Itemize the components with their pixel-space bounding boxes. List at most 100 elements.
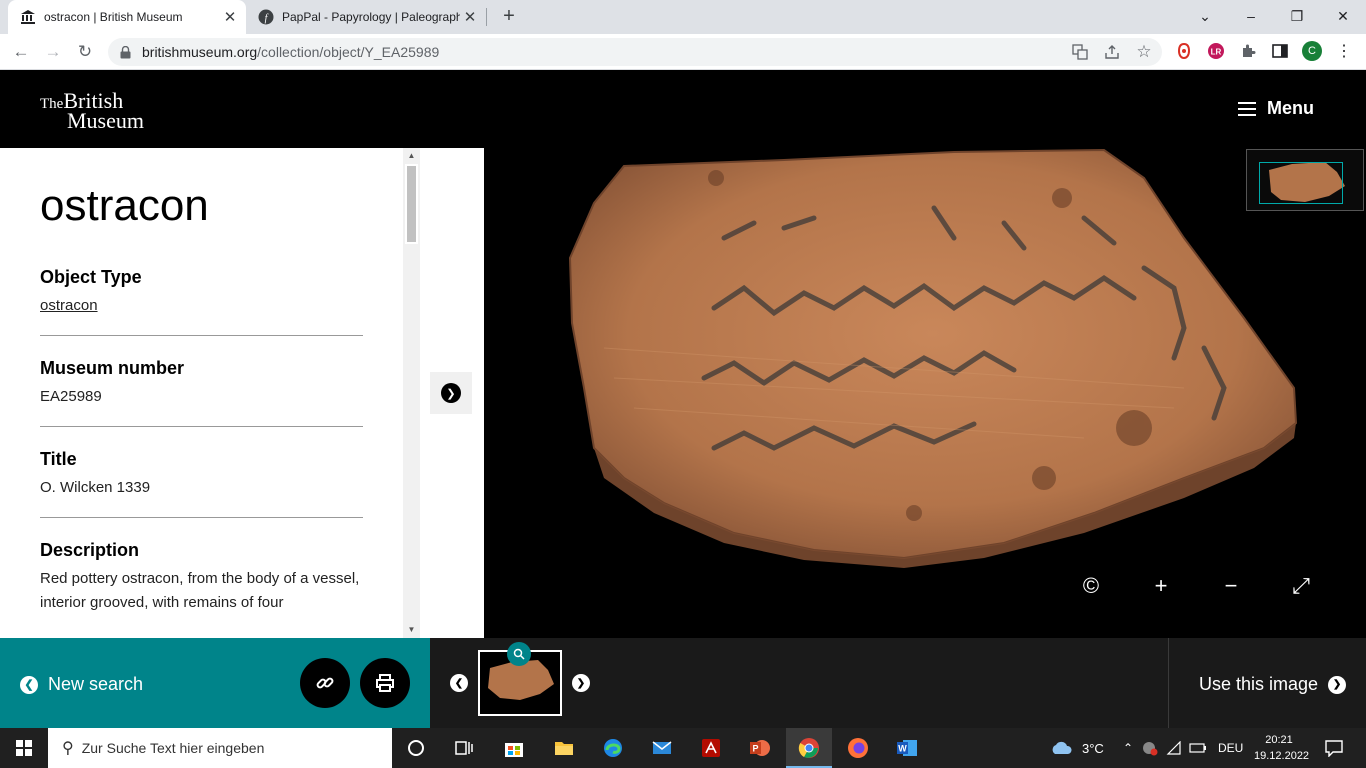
- zoom-in-button[interactable]: +: [1146, 571, 1176, 601]
- zoom-out-button[interactable]: −: [1216, 571, 1246, 601]
- word-icon[interactable]: W: [895, 736, 919, 760]
- scrollbar-thumb[interactable]: [405, 164, 418, 244]
- reload-button[interactable]: ↻: [72, 39, 98, 65]
- field-label: Description: [40, 540, 140, 560]
- field-object-type: Object Type ostracon: [40, 267, 363, 336]
- extension-magenta-icon[interactable]: LR: [1206, 41, 1226, 61]
- printer-icon: [376, 674, 394, 692]
- pappal-icon: f: [258, 9, 274, 25]
- british-museum-logo[interactable]: TheBritish Museum: [40, 90, 144, 132]
- copy-link-button[interactable]: [300, 658, 350, 708]
- weather-temperature[interactable]: 3°C: [1082, 741, 1104, 756]
- start-button[interactable]: [0, 728, 48, 768]
- profile-avatar[interactable]: C: [1302, 41, 1322, 61]
- input-language[interactable]: DEU: [1218, 741, 1243, 755]
- tray-expand-icon[interactable]: ⌃: [1116, 736, 1140, 760]
- tab-close-icon[interactable]: ✕: [460, 8, 480, 26]
- close-window-button[interactable]: ✕: [1320, 0, 1366, 32]
- battery-icon[interactable]: [1188, 736, 1208, 760]
- collapse-panel-button[interactable]: ❯: [430, 372, 472, 414]
- field-description: Description Red pottery ostracon, from t…: [40, 540, 363, 632]
- print-button[interactable]: [360, 658, 410, 708]
- lock-icon[interactable]: [120, 45, 132, 59]
- panel-scrollbar[interactable]: ▲ ▼: [403, 148, 420, 638]
- file-explorer-icon[interactable]: [552, 736, 576, 760]
- menu-button[interactable]: Menu: [1238, 98, 1314, 119]
- notifications-icon[interactable]: [1322, 736, 1346, 760]
- tab-british-museum[interactable]: ostracon | British Museum ✕: [8, 0, 246, 34]
- site-header: TheBritish Museum Menu: [0, 70, 1366, 148]
- svg-text:P: P: [752, 744, 758, 754]
- svg-text:W: W: [898, 744, 907, 754]
- minimize-button[interactable]: –: [1228, 0, 1274, 32]
- search-placeholder: Zur Suche Text hier eingeben: [81, 740, 265, 756]
- minimap-viewport-frame[interactable]: [1259, 162, 1343, 204]
- tab-pappal[interactable]: f PapPal - Papyrology | Paleograph ✕: [246, 0, 486, 34]
- tab-title: ostracon | British Museum: [44, 10, 183, 24]
- share-icon[interactable]: [1102, 42, 1122, 62]
- extensions-puzzle-icon[interactable]: [1238, 41, 1258, 61]
- logo-museum: Museum: [67, 108, 144, 133]
- scroll-down-arrow-icon[interactable]: ▼: [403, 622, 420, 638]
- windows-logo-icon: [16, 740, 32, 756]
- tab-close-icon[interactable]: ✕: [220, 8, 240, 26]
- acrobat-icon[interactable]: [699, 736, 723, 760]
- use-image-section: Use this image ❯: [1168, 638, 1366, 728]
- link-icon: [316, 677, 334, 689]
- profile-initial: C: [1302, 41, 1322, 61]
- object-type-link[interactable]: ostracon: [40, 294, 363, 318]
- tab-divider: [486, 8, 487, 26]
- browser-tabstrip: ostracon | British Museum ✕ f PapPal - P…: [0, 0, 1366, 34]
- carousel-prev-button[interactable]: ❮: [450, 674, 468, 692]
- taskbar-search[interactable]: ⚲ Zur Suche Text hier eingeben: [48, 728, 392, 768]
- new-search-link[interactable]: ❮ New search: [20, 674, 143, 695]
- forward-button[interactable]: →: [40, 39, 66, 65]
- new-tab-button[interactable]: +: [497, 4, 521, 28]
- system-clock[interactable]: 20:21 19.12.2022: [1254, 732, 1310, 764]
- microsoft-store-icon[interactable]: [502, 736, 526, 760]
- browser-menu-icon[interactable]: ⋮: [1334, 41, 1354, 61]
- thumbnail-zoom-icon[interactable]: [507, 642, 531, 666]
- tab-search-button[interactable]: ⌄: [1182, 0, 1228, 32]
- field-label: Museum number: [40, 358, 185, 378]
- clock-time: 20:21: [1265, 734, 1293, 746]
- new-search-label: New search: [48, 674, 144, 694]
- back-button[interactable]: ←: [8, 39, 34, 65]
- wifi-icon[interactable]: [1164, 736, 1184, 760]
- image-carousel: ❮ ❯: [430, 638, 1168, 728]
- copyright-icon[interactable]: ©: [1076, 571, 1106, 601]
- scroll-up-arrow-icon[interactable]: ▲: [403, 148, 420, 164]
- cortana-icon[interactable]: [404, 736, 428, 760]
- ostracon-image[interactable]: [484, 148, 1366, 638]
- fullscreen-button[interactable]: ⤢: [1286, 571, 1316, 601]
- firefox-icon[interactable]: [846, 736, 870, 760]
- museum-icon: [20, 9, 36, 25]
- translate-icon[interactable]: [1070, 42, 1090, 62]
- bookmark-star-icon[interactable]: ☆: [1134, 42, 1154, 62]
- clock-date: 19.12.2022: [1254, 750, 1310, 762]
- chevron-right-icon: ❯: [1328, 675, 1347, 694]
- image-minimap[interactable]: [1246, 149, 1364, 211]
- chevron-right-icon: ❯: [441, 383, 461, 403]
- extension-red-icon[interactable]: [1174, 41, 1194, 61]
- url-path: /collection/object/Y_EA25989: [257, 44, 440, 60]
- restore-button[interactable]: ❐: [1274, 0, 1320, 32]
- tray-app-icon[interactable]: [1140, 736, 1160, 760]
- field-value: EA25989: [40, 388, 102, 405]
- weather-cloud-icon[interactable]: [1048, 736, 1074, 760]
- browser-toolbar: ← → ↻ britishmuseum.org/collection/objec…: [0, 34, 1366, 70]
- mail-icon[interactable]: [650, 736, 674, 760]
- address-bar[interactable]: britishmuseum.org/collection/object/Y_EA…: [108, 38, 1162, 66]
- side-panel-icon[interactable]: [1270, 41, 1290, 61]
- svg-text:LR: LR: [1211, 48, 1222, 57]
- image-viewer[interactable]: © + − ⤢: [484, 148, 1366, 638]
- carousel-next-button[interactable]: ❯: [572, 674, 590, 692]
- edge-icon[interactable]: [601, 736, 625, 760]
- field-label: Title: [40, 449, 77, 469]
- use-this-image-link[interactable]: Use this image ❯: [1199, 674, 1347, 695]
- powerpoint-icon[interactable]: P: [748, 736, 772, 760]
- search-icon: ⚲: [62, 740, 74, 757]
- chrome-icon[interactable]: [797, 736, 821, 760]
- task-view-icon[interactable]: [452, 736, 476, 760]
- use-image-label: Use this image: [1199, 674, 1319, 694]
